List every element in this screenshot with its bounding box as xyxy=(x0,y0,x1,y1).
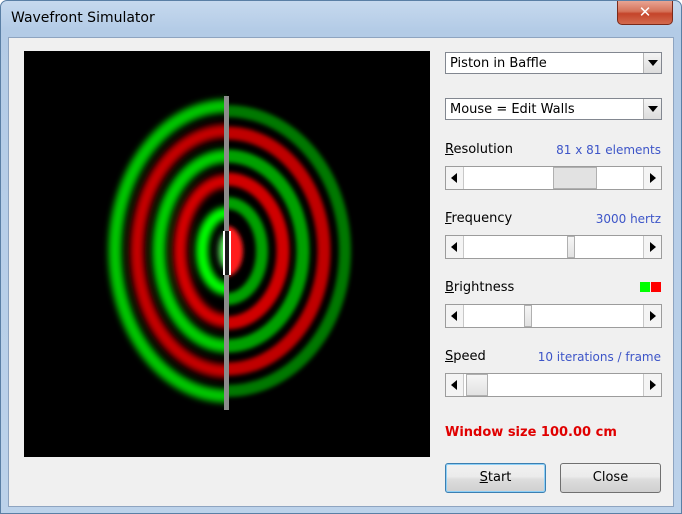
scroll-right-icon[interactable] xyxy=(643,305,661,327)
frequency-slider[interactable] xyxy=(445,235,662,259)
wave-field xyxy=(108,96,351,410)
frequency-track[interactable] xyxy=(464,236,643,258)
scroll-left-icon[interactable] xyxy=(446,236,464,258)
frequency-label: Frequency xyxy=(445,211,513,226)
resolution-value: 81 x 81 elements xyxy=(556,143,661,157)
close-icon: ✕ xyxy=(638,3,652,21)
scroll-left-icon[interactable] xyxy=(446,167,464,189)
simulation-canvas[interactable] xyxy=(24,51,430,457)
negative-color-swatch xyxy=(651,282,661,292)
resolution-slider[interactable] xyxy=(445,166,662,190)
speed-track[interactable] xyxy=(464,374,643,396)
scroll-left-icon[interactable] xyxy=(446,374,464,396)
brightness-track[interactable] xyxy=(464,305,643,327)
client-area: Piston in Baffle Mouse = Edit Walls Reso… xyxy=(8,37,674,507)
window-close-button[interactable]: ✕ xyxy=(617,1,673,25)
brightness-label: Brightness xyxy=(445,280,515,295)
speed-label: Speed xyxy=(445,349,486,364)
setup-combo[interactable]: Piston in Baffle xyxy=(445,52,662,74)
positive-color-swatch xyxy=(640,282,650,292)
scroll-right-icon[interactable] xyxy=(643,374,661,396)
speed-thumb[interactable] xyxy=(466,374,488,396)
window-size-status: Window size 100.00 cm xyxy=(445,425,617,440)
frequency-thumb[interactable] xyxy=(567,236,575,258)
frequency-value: 3000 hertz xyxy=(595,212,661,226)
start-button[interactable]: Start xyxy=(445,463,546,493)
resolution-thumb[interactable] xyxy=(553,167,597,189)
main-window: Wavefront Simulator ✕ Piston in Baffle M… xyxy=(0,0,682,514)
window-title: Wavefront Simulator xyxy=(11,10,155,26)
chevron-down-icon[interactable] xyxy=(643,99,661,119)
mouse-mode-combo[interactable]: Mouse = Edit Walls xyxy=(445,98,662,120)
resolution-track[interactable] xyxy=(464,167,643,189)
setup-combo-value: Piston in Baffle xyxy=(450,56,547,71)
piston-core xyxy=(225,231,229,275)
scroll-right-icon[interactable] xyxy=(643,236,661,258)
mouse-mode-value: Mouse = Edit Walls xyxy=(450,102,575,117)
speed-slider[interactable] xyxy=(445,373,662,397)
brightness-thumb[interactable] xyxy=(524,305,532,327)
brightness-slider[interactable] xyxy=(445,304,662,328)
chevron-down-icon[interactable] xyxy=(643,53,661,73)
scroll-left-icon[interactable] xyxy=(446,305,464,327)
resolution-label: Resolution xyxy=(445,142,513,157)
title-bar[interactable]: Wavefront Simulator ✕ xyxy=(1,1,681,37)
close-button[interactable]: Close xyxy=(560,463,661,493)
speed-value: 10 iterations / frame xyxy=(537,350,661,364)
scroll-right-icon[interactable] xyxy=(643,167,661,189)
